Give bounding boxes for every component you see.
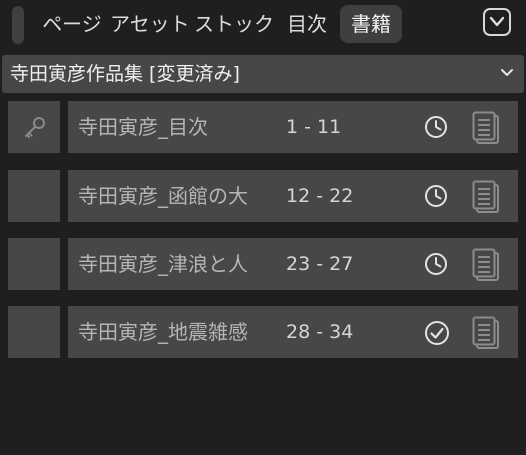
clock-icon[interactable] xyxy=(424,115,448,139)
page-range: 28 - 34 xyxy=(286,321,354,343)
tab-stock[interactable]: ストック xyxy=(194,5,274,43)
clock-icon[interactable] xyxy=(424,184,448,208)
list-item: 寺田寅彦_津浪と人 23 - 27 xyxy=(0,238,526,290)
collapse-panel-button[interactable] xyxy=(483,8,511,36)
list-item: 寺田寅彦_目次 1 - 11 xyxy=(0,101,526,153)
page-range: 23 - 27 xyxy=(286,253,354,275)
row-handle-cell[interactable] xyxy=(8,306,60,358)
chapter-item[interactable]: 寺田寅彦_地震雑感 28 - 34 xyxy=(68,306,518,358)
book-select-value: 寺田寅彦作品集 [変更済み] xyxy=(10,63,240,85)
tab-toc[interactable]: 目次 xyxy=(280,5,334,43)
chapter-title: 寺田寅彦_函館の大 xyxy=(78,184,248,208)
document-icon[interactable] xyxy=(472,248,500,282)
chapter-item[interactable]: 寺田寅彦_目次 1 - 11 xyxy=(68,101,518,153)
row-handle-cell[interactable] xyxy=(8,170,60,222)
page-range: 1 - 11 xyxy=(286,116,342,138)
tab-pages[interactable]: ページ xyxy=(38,5,106,43)
chapter-title: 寺田寅彦_津浪と人 xyxy=(78,252,248,276)
chapter-item[interactable]: 寺田寅彦_函館の大 12 - 22 xyxy=(68,170,518,222)
document-icon[interactable] xyxy=(472,111,500,145)
drag-handle[interactable] xyxy=(12,6,24,44)
document-icon[interactable] xyxy=(472,316,500,350)
chapter-item[interactable]: 寺田寅彦_津浪と人 23 - 27 xyxy=(68,238,518,290)
chevron-down-icon xyxy=(501,69,513,76)
list-item: 寺田寅彦_地震雑感 28 - 34 xyxy=(0,306,526,358)
tab-bar: ページ アセット ストック 目次 書籍 xyxy=(0,0,526,48)
chapter-title: 寺田寅彦_地震雑感 xyxy=(78,320,248,344)
clock-icon[interactable] xyxy=(424,252,448,276)
row-handle-cell[interactable] xyxy=(8,238,60,290)
document-icon[interactable] xyxy=(472,180,500,214)
key-icon xyxy=(25,117,45,138)
row-handle-cell[interactable] xyxy=(8,101,60,153)
check-circle-icon[interactable] xyxy=(424,320,450,346)
tab-assets[interactable]: アセット xyxy=(110,5,190,43)
page-range: 12 - 22 xyxy=(286,185,354,207)
list-item: 寺田寅彦_函館の大 12 - 22 xyxy=(0,170,526,222)
tab-books[interactable]: 書籍 xyxy=(340,5,402,43)
chapter-title: 寺田寅彦_目次 xyxy=(78,115,208,139)
chevron-down-icon xyxy=(489,16,505,27)
book-select-dropdown[interactable]: 寺田寅彦作品集 [変更済み] xyxy=(2,55,524,93)
